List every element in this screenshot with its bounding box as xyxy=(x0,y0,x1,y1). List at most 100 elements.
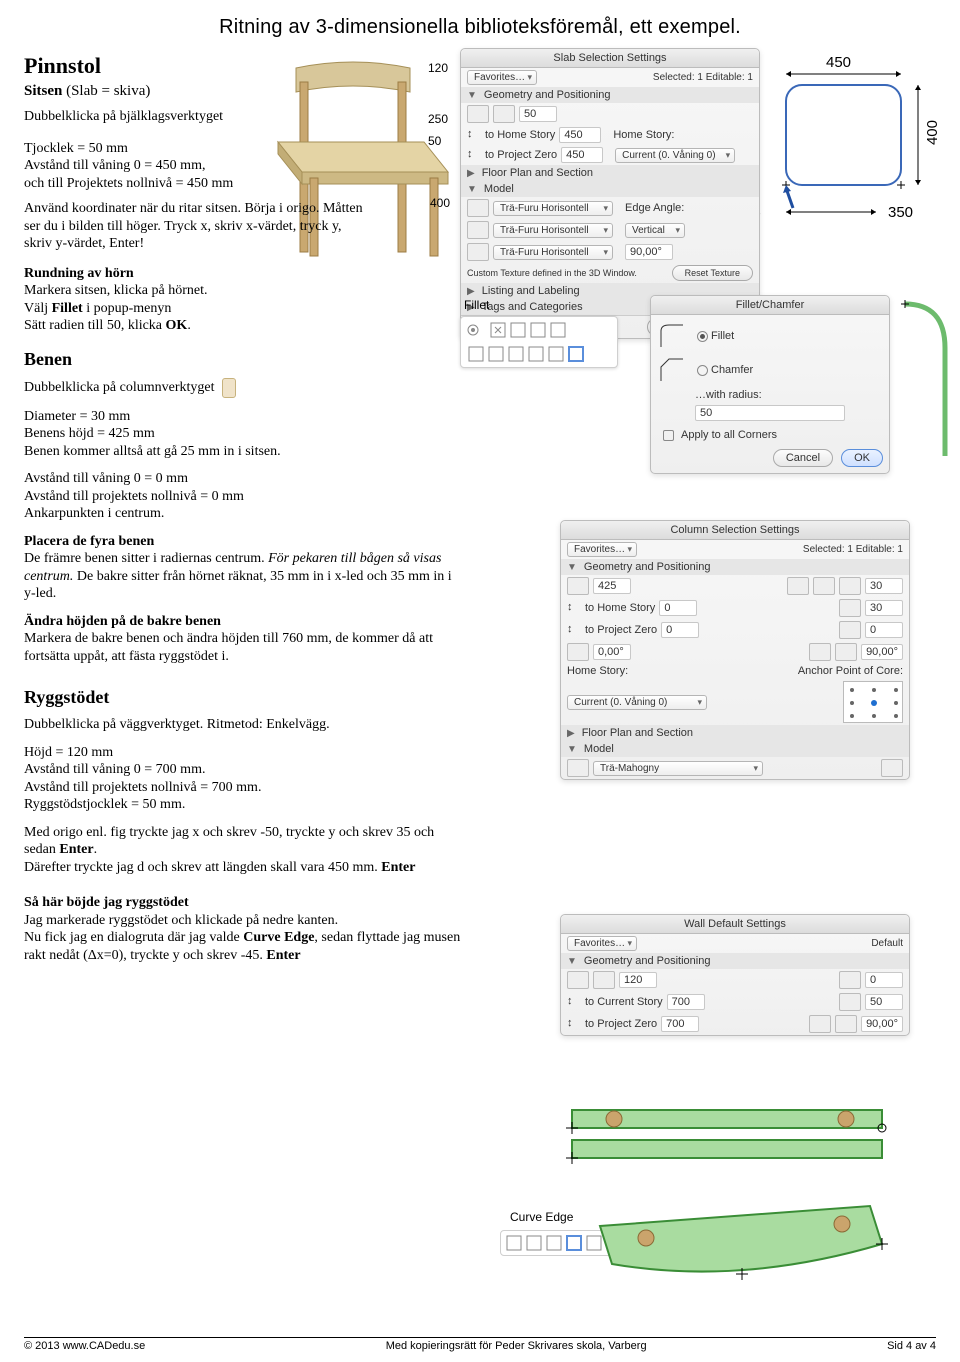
rygg-p3: Avstånd till projektets nollnivå = 700 m… xyxy=(24,779,464,797)
slab-thick-field[interactable]: 50 xyxy=(519,106,557,122)
slab-selected-label: Selected: 1 Editable: 1 xyxy=(653,72,753,83)
edge-angle-lbl: Edge Angle: xyxy=(625,202,684,214)
rygg-p5b: Enter xyxy=(59,842,93,857)
slab-toproj-val[interactable]: 450 xyxy=(561,147,603,163)
wall-off[interactable]: 0 xyxy=(865,972,903,988)
col-ang[interactable]: 0,00° xyxy=(593,644,631,660)
wall-fav[interactable]: Favorites… xyxy=(567,936,637,951)
collapse-icon[interactable]: ▼ xyxy=(467,184,477,195)
col-fav[interactable]: Favorites… xyxy=(567,542,637,557)
fillet-cancel-button[interactable]: Cancel xyxy=(773,449,833,467)
apply-all-check[interactable] xyxy=(663,430,674,441)
pinnstol-heading: Pinnstol xyxy=(24,53,464,79)
wall-tocur-v[interactable]: 700 xyxy=(667,994,705,1010)
wall-off-icon xyxy=(839,971,861,989)
chamfer-radio[interactable] xyxy=(697,365,708,376)
col-height[interactable]: 425 xyxy=(593,578,631,594)
col-shape-rect-icon[interactable] xyxy=(787,577,809,595)
slab-shape-icon[interactable] xyxy=(467,105,489,123)
col-shape-circ-icon[interactable] xyxy=(813,577,835,595)
wall-h[interactable]: 120 xyxy=(619,972,657,988)
wall-ang[interactable]: 90,00° xyxy=(861,1016,903,1032)
rund-p2c: i popup-menyn xyxy=(83,301,172,316)
plan-dim-w: 450 xyxy=(826,54,851,71)
radius-field[interactable]: 50 xyxy=(695,405,845,421)
to-home-icon: ↕ xyxy=(467,128,481,142)
boj-heading: Så här böjde jag ryggstödet xyxy=(24,894,464,912)
boj-p2a: Nu fick jag en dialogruta där jag valde xyxy=(24,930,243,945)
fillet-caption: Fillet xyxy=(464,298,489,312)
slab-tohome-val[interactable]: 450 xyxy=(559,127,601,143)
wall-plan-diagram xyxy=(556,1092,916,1182)
reset-texture-button[interactable]: Reset Texture xyxy=(672,265,753,281)
wall-settings-panel: Wall Default Settings Favorites… Default… xyxy=(560,914,910,1036)
tex-side-icon[interactable] xyxy=(467,221,489,239)
chamfer-icon xyxy=(657,355,687,385)
wall-incl1-icon[interactable] xyxy=(809,1015,831,1033)
edge-ang-field[interactable]: 90,00° xyxy=(625,244,673,260)
tex-bottom-drop[interactable]: Trä-Furu Horisontell xyxy=(493,245,613,260)
placera-p1a: De främre benen sitter i radiernas centr… xyxy=(24,551,268,566)
sitsen-p2: Använd koordinater när du ritar sitsen. … xyxy=(24,200,364,253)
slab-fps: Floor Plan and Section xyxy=(482,167,593,179)
fillet-label: Fillet xyxy=(711,330,734,342)
rundning-heading: Rundning av hörn xyxy=(24,265,464,283)
tex-side-drop[interactable]: Trä-Furu Horisontell xyxy=(493,223,613,238)
slab-homestory-drop[interactable]: Current (0. Våning 0) xyxy=(615,148,735,163)
boj-p2b: Curve Edge xyxy=(243,930,314,945)
benen-p1: Diameter = 30 mm xyxy=(24,408,464,426)
col-w2[interactable]: 30 xyxy=(865,600,903,616)
rygg-p6b: Enter xyxy=(381,860,415,875)
tex-top-icon[interactable] xyxy=(467,199,489,217)
rygg-sub: Dubbelklicka på väggverktyget. Ritmetod:… xyxy=(24,716,464,734)
fillet-radio[interactable] xyxy=(697,331,708,342)
footer-right: Sid 4 av 4 xyxy=(887,1340,936,1352)
collapse-icon[interactable]: ▶ xyxy=(567,728,575,739)
collapse-icon[interactable]: ▼ xyxy=(567,744,577,755)
col-link-icon[interactable] xyxy=(881,759,903,777)
boj-p1: Jag markerade ryggstödet och klickade på… xyxy=(24,912,464,930)
wall-thick[interactable]: 50 xyxy=(865,994,903,1010)
benen-sub: Dubbelklicka på columnverktyget xyxy=(24,380,215,395)
wall-title: Wall Default Settings xyxy=(561,915,909,934)
slab-toproj-lbl: to Project Zero xyxy=(485,149,557,161)
slab-listing: Listing and Labeling xyxy=(482,285,580,297)
col-w[interactable]: 30 xyxy=(865,578,903,594)
collapse-icon[interactable]: ▼ xyxy=(567,562,577,573)
edge-vertical-drop[interactable]: Vertical xyxy=(625,223,685,238)
col-mat-icon[interactable] xyxy=(567,759,589,777)
col-zero[interactable]: 0 xyxy=(865,622,903,638)
anchor-grid[interactable] xyxy=(843,681,903,723)
benen-heading: Benen xyxy=(24,349,464,370)
wall-incl2-icon[interactable] xyxy=(835,1015,857,1033)
wall-shape-icon[interactable] xyxy=(567,971,589,989)
col-hs-drop[interactable]: Current (0. Våning 0) xyxy=(567,695,707,710)
slab-model: Model xyxy=(484,183,514,195)
col-tohome-v[interactable]: 0 xyxy=(659,600,697,616)
favorites-drop[interactable]: Favorites… xyxy=(467,70,537,85)
sitsen-paren: (Slab = skiva) xyxy=(66,83,150,99)
collapse-icon[interactable]: ▶ xyxy=(467,286,475,297)
col-toproj-v[interactable]: 0 xyxy=(661,622,699,638)
col-ang2[interactable]: 90,00° xyxy=(861,644,903,660)
tex-top-drop[interactable]: Trä-Furu Horisontell xyxy=(493,201,613,216)
rund-p2a: Välj xyxy=(24,301,52,316)
wall-t-icon xyxy=(839,993,861,1011)
wall-default: Default xyxy=(871,938,903,949)
benen-p3: Benen kommer alltså att gå 25 mm in i si… xyxy=(24,443,464,461)
tex-bottom-icon[interactable] xyxy=(467,243,489,261)
collapse-icon[interactable]: ▼ xyxy=(567,956,577,967)
collapse-icon[interactable]: ▶ xyxy=(467,168,475,179)
wall-toproj-v[interactable]: 700 xyxy=(661,1016,699,1032)
fillet-mini-toolbox xyxy=(460,316,618,368)
andra-p: Markera de bakre benen och ändra höjden … xyxy=(24,630,464,665)
with-radius-label: …with radius: xyxy=(695,389,762,401)
rund-p1: Markera sitsen, klicka på hörnet. xyxy=(24,282,464,300)
slab-panel-title: Slab Selection Settings xyxy=(461,49,759,68)
col-incl2-icon[interactable] xyxy=(835,643,857,661)
col-incl-icon[interactable] xyxy=(809,643,831,661)
rygg-p6a: Därefter tryckte jag d och skrev att län… xyxy=(24,860,381,875)
col-mat-drop[interactable]: Trä-Mahogny xyxy=(593,761,763,776)
collapse-icon[interactable]: ▼ xyxy=(467,90,477,101)
fillet-ok-button[interactable]: OK xyxy=(841,449,883,467)
